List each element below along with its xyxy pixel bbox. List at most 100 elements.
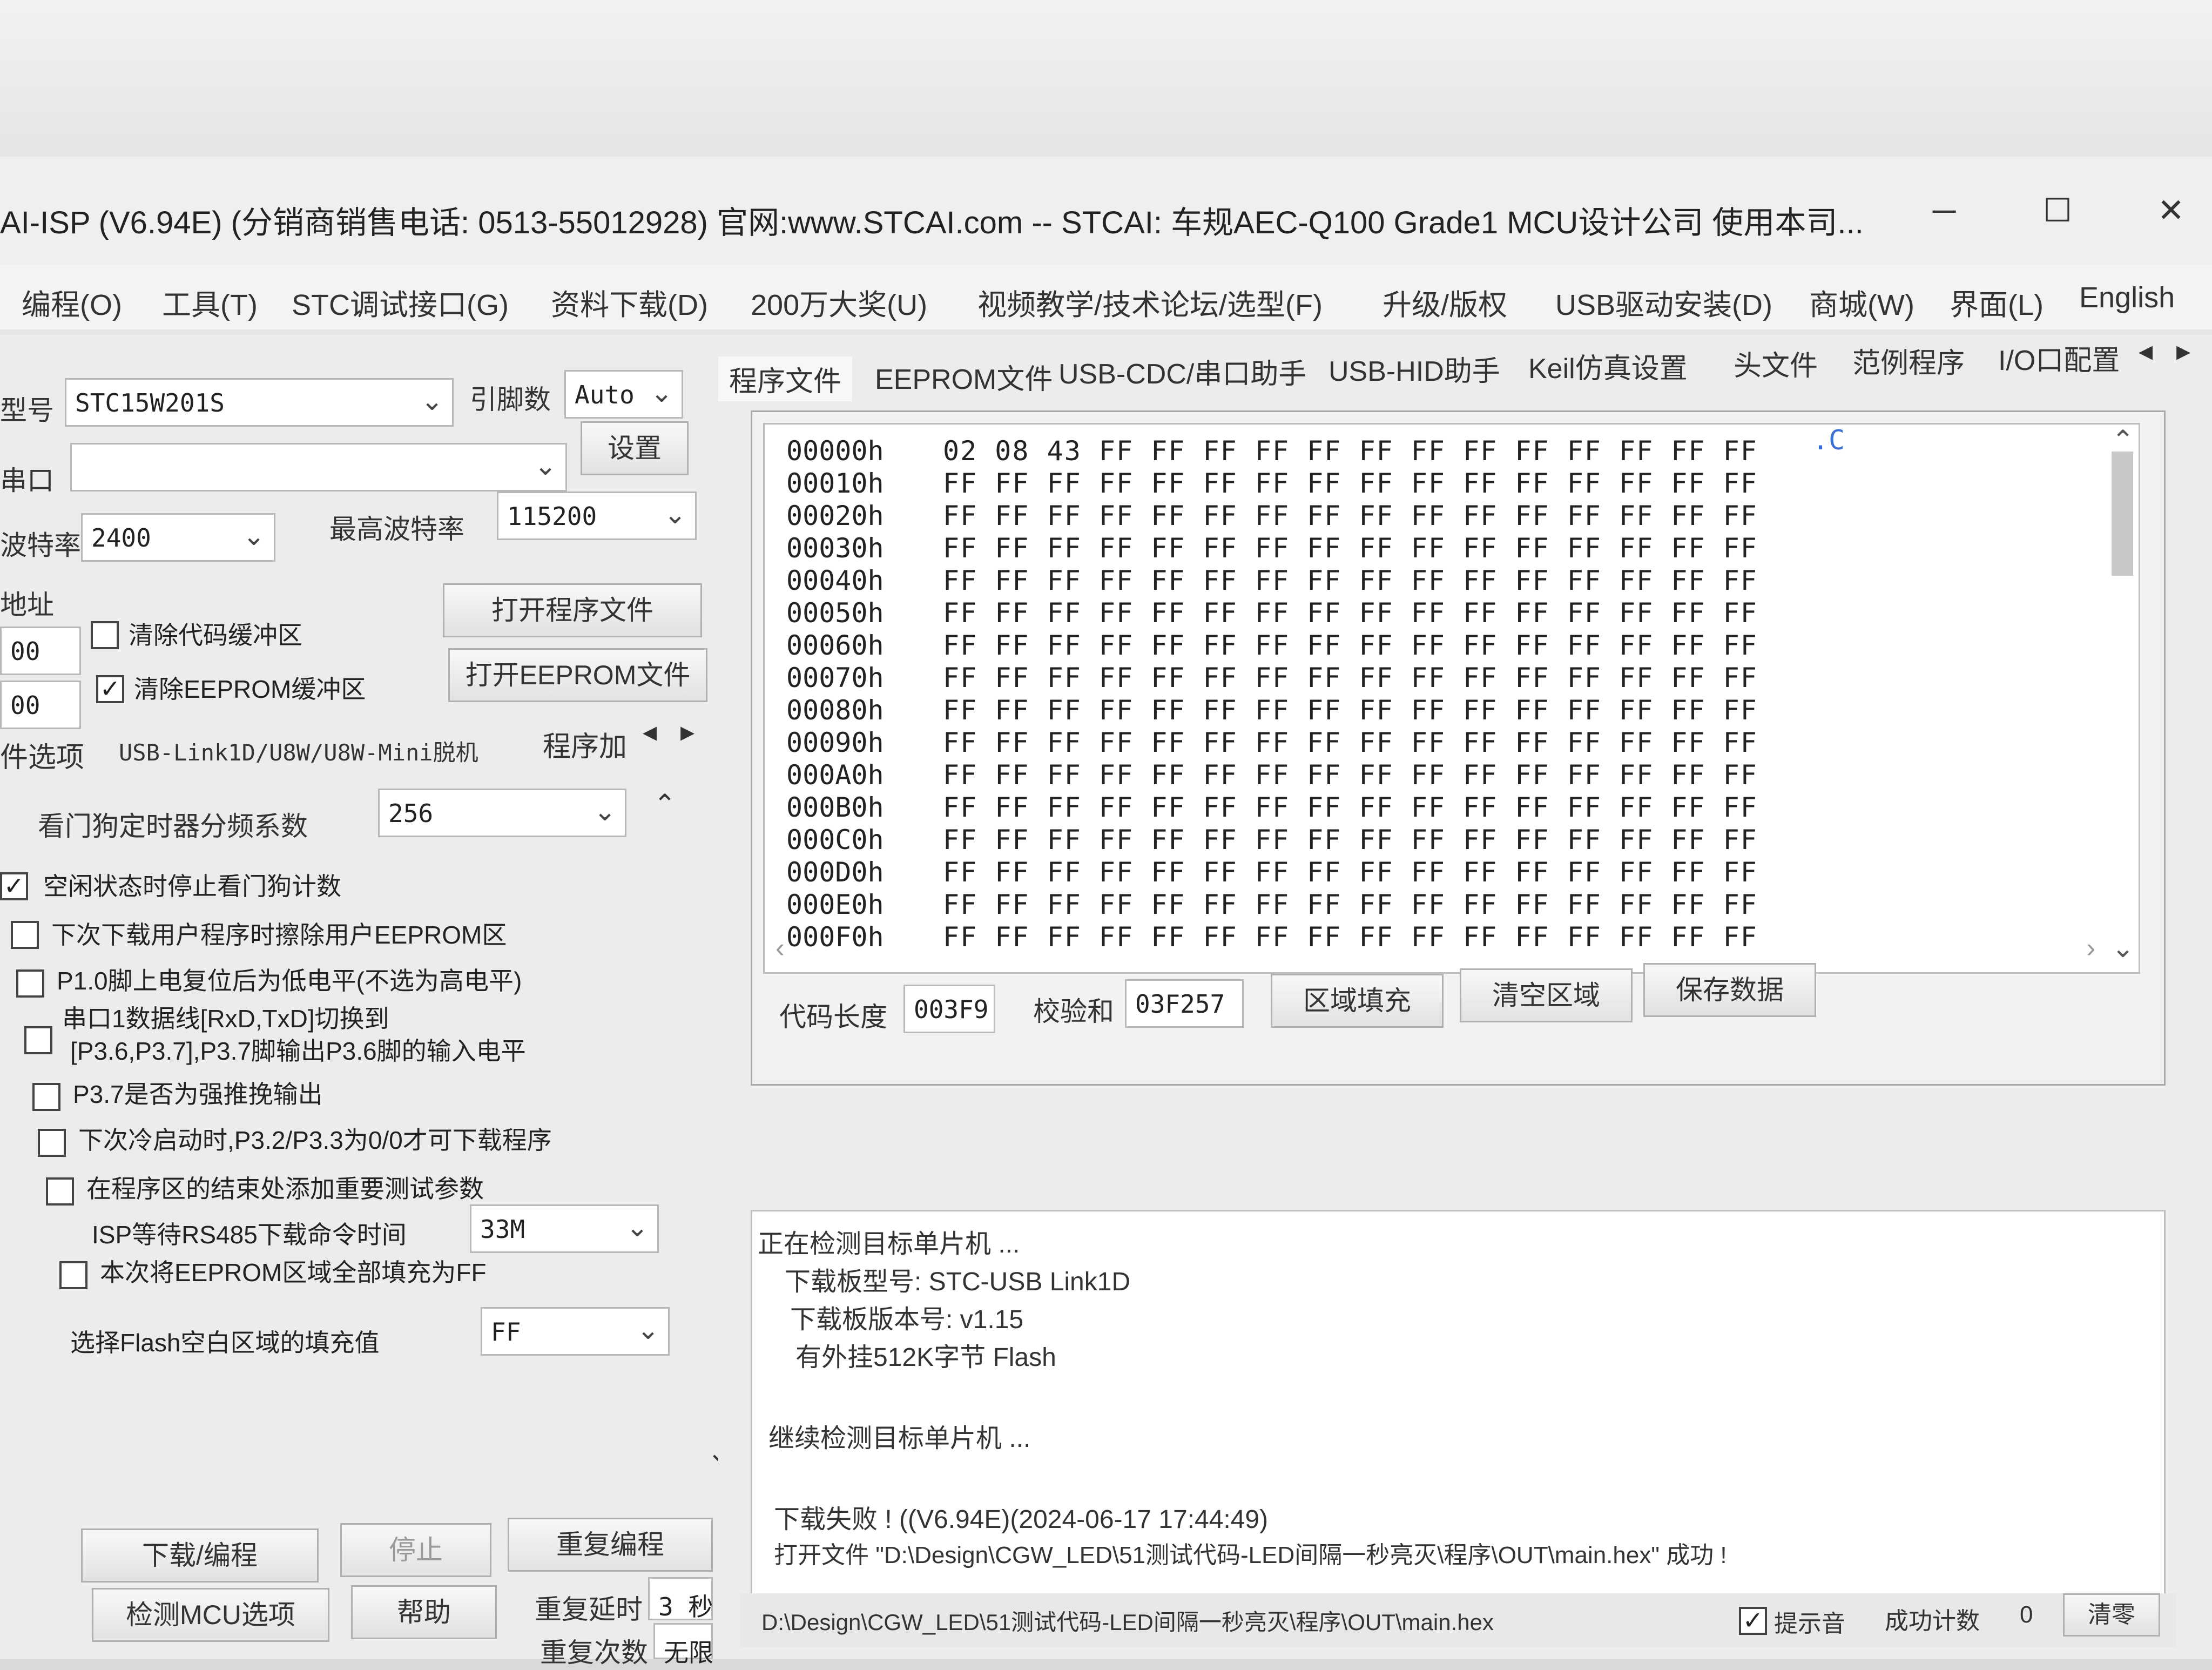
option-checkbox-3[interactable]	[24, 1026, 52, 1054]
port-label: 串口	[0, 466, 54, 496]
isp-wait-select[interactable]: 33M ⌄	[470, 1204, 659, 1253]
tab-io-config[interactable]: I/O口配置	[1998, 338, 2120, 378]
vertical-scrollbar[interactable]	[2112, 452, 2133, 576]
menu-usb-driver[interactable]: USB驱动安装(D)	[1555, 281, 1772, 324]
log-line-7: 下载失败 ! ((V6.94E)(2024-06-17 17:44:49)	[774, 1505, 1269, 1534]
scroll-up-icon[interactable]: ⌃	[653, 789, 676, 820]
baud-select[interactable]: 2400 ⌄	[81, 513, 275, 562]
clear-eeprom-label: 清除EEPROM缓冲区	[134, 675, 366, 703]
clear-count-button[interactable]: 清零	[2063, 1593, 2160, 1637]
tab-scroll-right-icon[interactable]: ▸	[2176, 335, 2190, 367]
hex-row-bytes[interactable]: FF FF FF FF FF FF FF FF FF FF FF FF FF F…	[943, 565, 1758, 596]
prompt-sound-checkbox[interactable]: ✓	[1739, 1607, 1767, 1635]
tab-program-file[interactable]: 程序文件	[718, 356, 853, 401]
save-data-button[interactable]: 保存数据	[1643, 963, 1816, 1017]
tab-usb-hid[interactable]: USB-HID助手	[1328, 348, 1500, 389]
watchdog-label: 看门狗定时器分频系数	[38, 811, 308, 841]
maximize-icon[interactable]: ☐	[2025, 178, 2090, 243]
menu-stc-debug[interactable]: STC调试接口(G)	[292, 281, 509, 324]
fill-region-button[interactable]: 区域填充	[1271, 974, 1444, 1028]
scroll-right-icon[interactable]: ›	[2086, 932, 2095, 964]
addr2-field[interactable]: 00	[0, 681, 81, 729]
max-baud-label: 最高波特率	[329, 514, 464, 544]
log-output[interactable]: 正在检测目标单片机 ... 下载板型号: STC-USB Link1D 下载板版…	[751, 1210, 2166, 1599]
tab-eeprom-file[interactable]: EEPROM文件	[875, 356, 1053, 397]
hex-row-bytes[interactable]: FF FF FF FF FF FF FF FF FF FF FF FF FF F…	[943, 889, 1758, 920]
chevron-down-icon: ⌄	[650, 378, 673, 408]
count-select[interactable]: 无限	[653, 1623, 713, 1667]
settings-button[interactable]: 设置	[581, 421, 689, 475]
hex-row-bytes[interactable]: FF FF FF FF FF FF FF FF FF FF FF FF FF F…	[943, 468, 1758, 499]
left-panel: 型号 STC15W201S ⌄ 引脚数 Auto ⌄ 串口 ⌄ 设置 波特率 240…	[0, 335, 730, 1668]
open-program-button[interactable]: 打开程序文件	[443, 583, 702, 637]
close-icon[interactable]: ✕	[2139, 178, 2203, 243]
fill-flash-select[interactable]: FF ⌄	[481, 1307, 670, 1356]
hex-row-bytes[interactable]: FF FF FF FF FF FF FF FF FF FF FF FF FF F…	[943, 662, 1758, 693]
menu-program[interactable]: 编程(O)	[22, 281, 122, 324]
hex-row-bytes[interactable]: FF FF FF FF FF FF FF FF FF FF FF FF FF F…	[943, 533, 1758, 564]
hex-row-bytes[interactable]: FF FF FF FF FF FF FF FF FF FF FF FF FF F…	[943, 727, 1758, 758]
watchdog-select[interactable]: 256 ⌄	[378, 789, 626, 837]
pins-select[interactable]: Auto ⌄	[564, 370, 683, 419]
clear-eeprom-checkbox[interactable]: ✓	[96, 675, 124, 703]
chevron-down-icon: ⌄	[626, 1212, 649, 1242]
menu-download-docs[interactable]: 资料下载(D)	[551, 281, 708, 324]
menu-interface[interactable]: 界面(L)	[1950, 281, 2044, 324]
hex-row-bytes[interactable]: FF FF FF FF FF FF FF FF FF FF FF FF FF F…	[943, 824, 1758, 856]
help-button[interactable]: 帮助	[351, 1585, 497, 1639]
scroll-left-icon[interactable]: ‹	[775, 932, 785, 964]
delay-select[interactable]: 3 秒	[648, 1577, 713, 1621]
tab-scroll-left-icon[interactable]: ◂	[643, 716, 657, 748]
open-eeprom-button[interactable]: 打开EEPROM文件	[448, 648, 707, 702]
option-checkbox-1[interactable]	[11, 921, 39, 949]
tab-hw-options[interactable]: 件选项	[0, 735, 84, 775]
model-select[interactable]: STC15W201S ⌄	[65, 378, 454, 427]
baud-label: 波特率	[0, 530, 81, 561]
tab-examples[interactable]: 范例程序	[1852, 340, 1965, 381]
menu-upgrade[interactable]: 升级/版权	[1382, 281, 1507, 324]
chevron-down-icon: ⌄	[664, 499, 686, 529]
tab-program-encrypt[interactable]: 程序加	[543, 724, 627, 764]
hex-row-bytes[interactable]: FF FF FF FF FF FF FF FF FF FF FF FF FF F…	[943, 857, 1758, 888]
fill-ff-checkbox[interactable]	[59, 1261, 87, 1289]
tab-header-file[interactable]: 头文件	[1734, 343, 1818, 383]
clear-code-checkbox[interactable]	[91, 621, 119, 649]
tab-scroll-right-icon[interactable]: ▸	[680, 716, 694, 748]
minimize-icon[interactable]: ─	[1912, 178, 1977, 243]
port-select[interactable]: ⌄	[70, 443, 567, 491]
menu-award[interactable]: 200万大奖(U)	[751, 281, 927, 324]
option-checkbox-0[interactable]: ✓	[0, 872, 28, 900]
menu-store[interactable]: 商城(W)	[1809, 281, 1914, 324]
reprogram-button[interactable]: 重复编程	[508, 1518, 713, 1572]
hex-row-bytes[interactable]: FF FF FF FF FF FF FF FF FF FF FF FF FF F…	[943, 921, 1758, 953]
menu-video-forum[interactable]: 视频教学/技术论坛/选型(F)	[977, 281, 1323, 324]
menu-tools[interactable]: 工具(T)	[162, 281, 258, 324]
option-checkbox-2[interactable]	[16, 969, 44, 998]
menu-english[interactable]: English	[2079, 281, 2175, 314]
tab-keil-sim[interactable]: Keil仿真设置	[1528, 346, 1688, 386]
scroll-down-icon[interactable]: ⌄	[2112, 932, 2134, 964]
hex-row-bytes[interactable]: FF FF FF FF FF FF FF FF FF FF FF FF FF F…	[943, 695, 1758, 726]
option-checkbox-7[interactable]	[46, 1177, 74, 1206]
hex-row-bytes[interactable]: FF FF FF FF FF FF FF FF FF FF FF FF FF F…	[943, 759, 1758, 791]
tab-offline[interactable]: USB-Link1D/U8W/U8W-Mini脱机	[119, 735, 478, 767]
max-baud-select[interactable]: 115200 ⌄	[497, 491, 697, 540]
stop-button[interactable]: 停止	[340, 1523, 491, 1577]
option-checkbox-6[interactable]	[38, 1129, 66, 1157]
option-checkbox-5[interactable]	[32, 1083, 60, 1111]
hex-row-bytes[interactable]: FF FF FF FF FF FF FF FF FF FF FF FF FF F…	[943, 630, 1758, 661]
option-label-4: [P3.6,P3.7],P3.7脚输出P3.6脚的输入电平	[70, 1037, 526, 1065]
hex-row-bytes[interactable]: FF FF FF FF FF FF FF FF FF FF FF FF FF F…	[943, 500, 1758, 531]
addr1-field[interactable]: 00	[0, 627, 81, 675]
log-line-2: 下载板版本号: v1.15	[790, 1305, 1024, 1334]
tab-usb-cdc[interactable]: USB-CDC/串口助手	[1058, 351, 1306, 392]
hex-view[interactable]: 00000h 02 08 43 FF FF FF FF FF FF FF FF F…	[763, 423, 2140, 974]
hex-row-bytes[interactable]: FF FF FF FF FF FF FF FF FF FF FF FF FF F…	[943, 597, 1758, 629]
tab-scroll-left-icon[interactable]: ◂	[2139, 335, 2153, 367]
hex-row-bytes[interactable]: FF FF FF FF FF FF FF FF FF FF FF FF FF F…	[943, 792, 1758, 823]
hex-row-bytes[interactable]: 02 08 43 FF FF FF FF FF FF FF FF FF FF F…	[943, 435, 1758, 467]
detect-mcu-button[interactable]: 检测MCU选项	[92, 1588, 329, 1642]
hex-row-address: 000D0h	[786, 857, 884, 888]
clear-region-button[interactable]: 清空区域	[1460, 968, 1633, 1022]
download-button[interactable]: 下载/编程	[81, 1528, 319, 1583]
